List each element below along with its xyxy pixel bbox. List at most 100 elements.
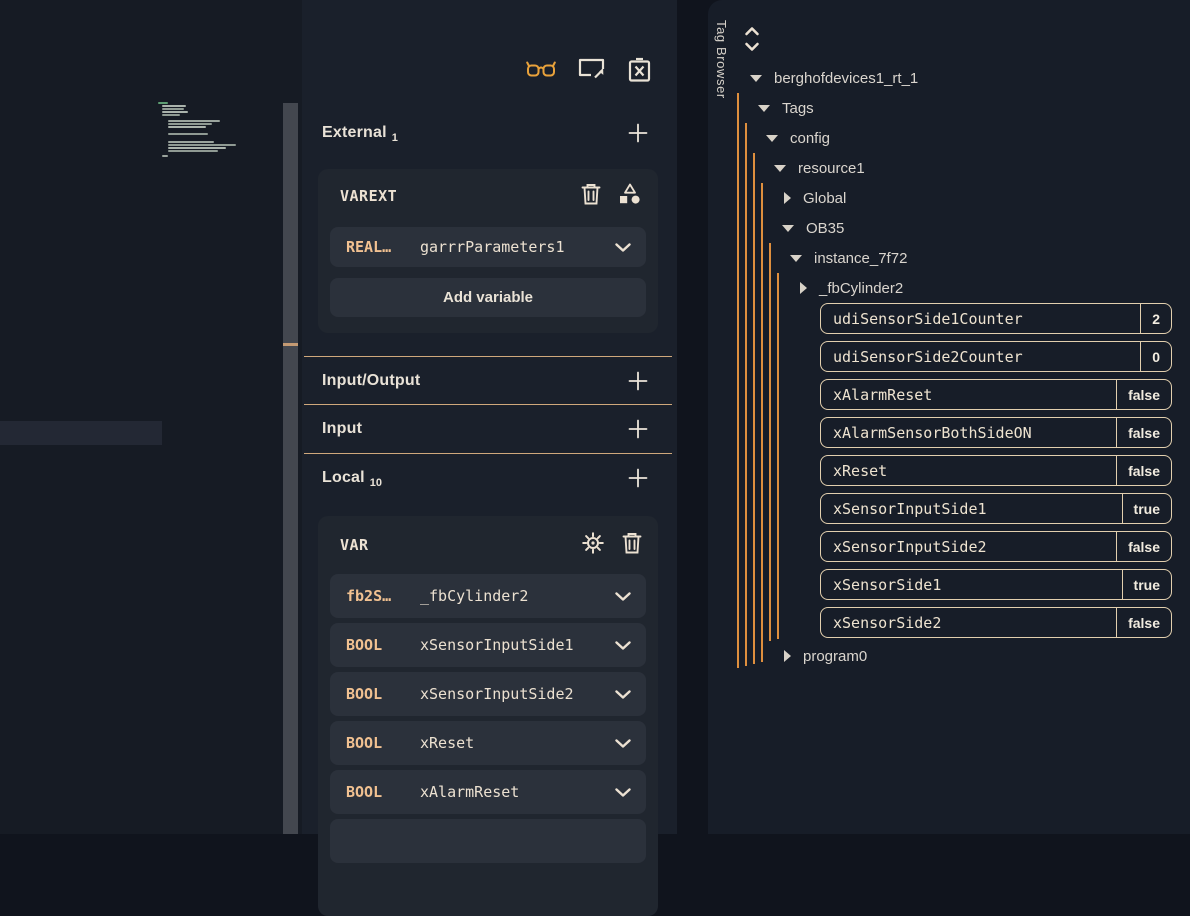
variable-row-xAlarmReset[interactable]: BOOL xAlarmReset [330, 770, 646, 814]
vertical-scrollbar[interactable] [283, 103, 298, 834]
trash-icon[interactable] [581, 183, 601, 210]
shapes-icon[interactable] [618, 183, 642, 210]
var-block: VAR fb2S… [318, 516, 658, 916]
add-external-variable-button[interactable] [626, 121, 650, 145]
variable-type: BOOL [346, 685, 420, 703]
section-external-count: 1 [392, 132, 398, 144]
tag-name: xSensorInputSide2 [821, 538, 1116, 556]
add-variable-button[interactable]: Add variable [330, 278, 646, 317]
chevron-down-icon[interactable] [615, 690, 631, 699]
marquee-select-icon[interactable] [578, 57, 605, 83]
trash-icon[interactable] [622, 532, 642, 559]
tag-value-row-xAlarmSensorBothSideON[interactable]: xAlarmSensorBothSideON false [820, 417, 1172, 448]
section-local-label: Local [322, 469, 365, 486]
minimap-line [162, 105, 186, 107]
chevron-down-icon[interactable] [615, 788, 631, 797]
tree-node-instance-7f72[interactable]: instance_7f72 [708, 243, 907, 273]
chevron-down-icon[interactable] [615, 592, 631, 601]
tag-browser-panel: Tag Browser berghofdevices1_rt_1 Tags co… [708, 0, 1190, 834]
tag-value-row-xReset[interactable]: xReset false [820, 455, 1172, 486]
tree-collapsed-arrow-icon[interactable] [784, 650, 791, 662]
delete-box-icon[interactable] [627, 57, 652, 83]
tag-value-row-xAlarmReset[interactable]: xAlarmReset false [820, 379, 1172, 410]
chevron-down-icon[interactable] [615, 641, 631, 650]
varext-title: VAREXT [340, 187, 397, 205]
gear-icon[interactable] [581, 531, 605, 560]
tag-value: false [1116, 418, 1171, 447]
tree-expanded-arrow-icon[interactable] [766, 135, 778, 142]
variables-panel: External1 VAREXT [302, 0, 677, 834]
collapse-expand-icon[interactable] [744, 25, 762, 53]
tree-node-ob35[interactable]: OB35 [708, 213, 844, 243]
tree-node-label: _fbCylinder2 [819, 280, 903, 297]
tree-node-label: OB35 [806, 220, 844, 237]
add-input-variable-button[interactable] [626, 417, 650, 441]
minimap-line [162, 155, 168, 157]
minimap-line [168, 147, 226, 149]
variables-toolbar [526, 57, 652, 83]
variable-row-garrrParameters1[interactable]: REAL… garrrParameters1 [330, 227, 646, 267]
var-title: VAR [340, 536, 369, 554]
tree-node-label: program0 [803, 648, 867, 665]
variable-name: xAlarmReset [420, 783, 615, 801]
variable-row-xSensorInputSide2[interactable]: BOOL xSensorInputSide2 [330, 672, 646, 716]
tree-node-config[interactable]: config [708, 123, 830, 153]
minimap-line [168, 144, 236, 146]
tag-value-row-udiSensorSide2Counter[interactable]: udiSensorSide2Counter 0 [820, 341, 1172, 372]
tag-value: 2 [1140, 304, 1171, 333]
variable-type: fb2S… [346, 587, 420, 605]
minimap-line [168, 126, 206, 128]
variable-name: xSensorInputSide2 [420, 685, 615, 703]
tag-value-row-udiSensorSide1Counter[interactable]: udiSensorSide1Counter 2 [820, 303, 1172, 334]
tag-name: xSensorInputSide1 [821, 500, 1122, 518]
variable-name: _fbCylinder2 [420, 587, 615, 605]
tag-name: xAlarmSensorBothSideON [821, 424, 1116, 442]
minimap-line [158, 102, 168, 104]
tag-value: false [1116, 532, 1171, 561]
tree-expanded-arrow-icon[interactable] [750, 75, 762, 82]
tree-node-resource1[interactable]: resource1 [708, 153, 865, 183]
tag-value-row-xSensorInputSide2[interactable]: xSensorInputSide2 false [820, 531, 1172, 562]
chevron-down-icon[interactable] [615, 243, 631, 252]
tree-node-program0[interactable]: program0 [708, 641, 867, 671]
add-local-variable-button[interactable] [626, 466, 650, 490]
variable-row-partial[interactable] [330, 819, 646, 863]
tree-node-global[interactable]: Global [708, 183, 846, 213]
add-input-output-variable-button[interactable] [626, 369, 650, 393]
glasses-icon[interactable] [526, 60, 556, 81]
tree-collapsed-arrow-icon[interactable] [800, 282, 807, 294]
varext-block-header: VAREXT [340, 183, 642, 209]
var-block-header: VAR [340, 532, 642, 558]
variable-name: xSensorInputSide1 [420, 636, 615, 654]
section-title: Local10 [322, 469, 382, 487]
tag-value-row-xSensorSide1[interactable]: xSensorSide1 true [820, 569, 1172, 600]
chevron-down-icon[interactable] [615, 739, 631, 748]
section-title: External1 [322, 124, 398, 142]
tag-name: xSensorSide2 [821, 614, 1116, 632]
tree-node-label: resource1 [798, 160, 865, 177]
variable-type: BOOL [346, 636, 420, 654]
tag-value-row-xSensorInputSide1[interactable]: xSensorInputSide1 true [820, 493, 1172, 524]
variable-type: BOOL [346, 734, 420, 752]
section-input-output: Input/Output [322, 363, 650, 399]
variable-row-xReset[interactable]: BOOL xReset [330, 721, 646, 765]
tree-expanded-arrow-icon[interactable] [758, 105, 770, 112]
tree-expanded-arrow-icon[interactable] [774, 165, 786, 172]
section-divider [304, 453, 672, 454]
tree-expanded-arrow-icon[interactable] [790, 255, 802, 262]
variable-name: garrrParameters1 [420, 238, 615, 256]
tree-node-tags[interactable]: Tags [708, 93, 814, 123]
tag-value-row-xSensorSide2[interactable]: xSensorSide2 false [820, 607, 1172, 638]
tag-name: xReset [821, 462, 1116, 480]
tag-name: udiSensorSide1Counter [821, 310, 1140, 328]
minimap-line [162, 111, 188, 113]
varext-block: VAREXT REAL… [318, 169, 658, 333]
section-external: External1 [322, 115, 650, 151]
variable-row-xSensorInputSide1[interactable]: BOOL xSensorInputSide1 [330, 623, 646, 667]
tree-node-berghofdevices1-rt-1[interactable]: berghofdevices1_rt_1 [708, 63, 918, 93]
tree-node-fbCylinder2[interactable]: _fbCylinder2 [708, 273, 903, 303]
variable-row-fbCylinder2[interactable]: fb2S… _fbCylinder2 [330, 574, 646, 618]
tree-expanded-arrow-icon[interactable] [782, 225, 794, 232]
minimap-line [162, 114, 180, 116]
tree-collapsed-arrow-icon[interactable] [784, 192, 791, 204]
